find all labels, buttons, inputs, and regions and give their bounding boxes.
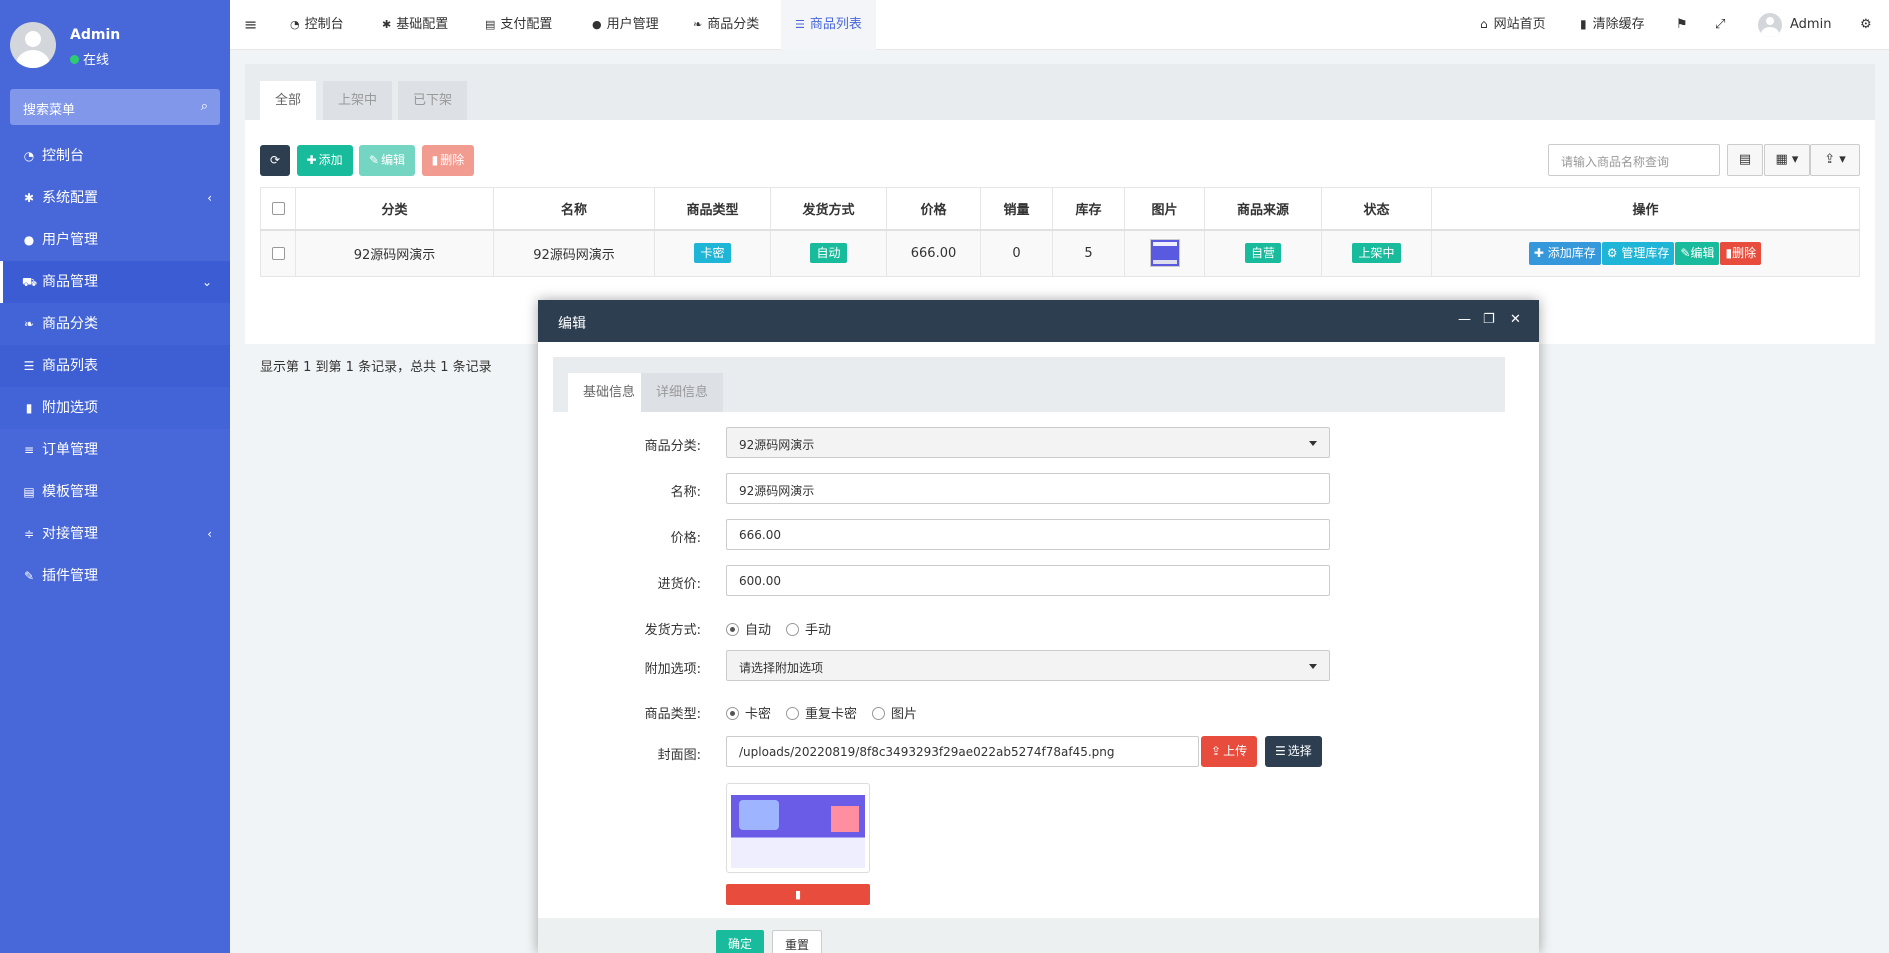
- caret-down-icon: [1309, 441, 1317, 446]
- choose-button[interactable]: ☰ 选择: [1265, 736, 1322, 767]
- delivery-manual-radio[interactable]: 手动: [786, 619, 831, 638]
- choose-label: 选择: [1287, 744, 1312, 758]
- upload-button[interactable]: ⇪ 上传: [1201, 736, 1258, 767]
- field-cover: 封面图: /uploads/20220819/8f8c3493293f29ae0…: [538, 736, 1539, 768]
- close-icon[interactable]: ✕: [1510, 312, 1521, 327]
- addon-label: 附加选项:: [644, 662, 701, 677]
- upload-icon: ⇪: [1211, 744, 1222, 758]
- category-value: 92源码网演示: [739, 438, 815, 452]
- cost-label: 进货价:: [657, 577, 701, 592]
- radio-label: 图片: [891, 707, 918, 722]
- radio-icon: [786, 707, 799, 720]
- radio-label: 重复卡密: [805, 707, 858, 722]
- radio-checked-icon: [726, 623, 739, 636]
- radio-icon: [786, 623, 799, 636]
- delivery-auto-radio[interactable]: 自动: [726, 619, 771, 638]
- dialog-title: 编辑: [558, 316, 586, 332]
- radio-label: 自动: [745, 623, 772, 638]
- dialog-tabs: 基础信息 详细信息: [553, 357, 1505, 412]
- radio-checked-icon: [726, 707, 739, 720]
- cost-input[interactable]: 600.00: [726, 565, 1330, 596]
- addon-placeholder: 请选择附加选项: [739, 661, 824, 675]
- field-delivery: 发货方式: 自动 手动: [538, 611, 1539, 643]
- name-label: 名称:: [670, 485, 701, 500]
- cover-image: [731, 788, 865, 868]
- radio-label: 手动: [805, 623, 832, 638]
- caret-down-icon: [1309, 664, 1317, 669]
- maximize-icon[interactable]: ❐: [1483, 312, 1495, 327]
- trash-icon: ▮: [794, 888, 802, 901]
- cover-path-input[interactable]: /uploads/20220819/8f8c3493293f29ae022ab5…: [726, 736, 1199, 767]
- cover-delete-button[interactable]: ▮: [726, 884, 870, 905]
- type-label: 商品类型:: [644, 707, 701, 722]
- type-repeat-card-radio[interactable]: 重复卡密: [786, 703, 857, 722]
- radio-icon: [872, 707, 885, 720]
- cover-label: 封面图:: [657, 748, 701, 763]
- field-price: 价格: 666.00: [538, 519, 1539, 551]
- minimize-icon[interactable]: —: [1458, 312, 1471, 327]
- list-icon: ☰: [1275, 744, 1286, 758]
- tab-basic-info[interactable]: 基础信息: [568, 373, 651, 412]
- name-input[interactable]: 92源码网演示: [726, 473, 1330, 504]
- cover-preview[interactable]: [726, 783, 870, 873]
- submit-button[interactable]: 确定: [716, 930, 765, 953]
- type-card-radio[interactable]: 卡密: [726, 703, 771, 722]
- price-label: 价格:: [670, 531, 701, 546]
- tab-detail-info[interactable]: 详细信息: [641, 373, 724, 412]
- radio-label: 卡密: [745, 707, 772, 722]
- dialog-header: 编辑 — ❐ ✕: [538, 300, 1539, 342]
- field-addon: 附加选项: 请选择附加选项: [538, 650, 1539, 682]
- field-name: 名称: 92源码网演示: [538, 473, 1539, 505]
- type-image-radio[interactable]: 图片: [872, 703, 917, 722]
- reset-button[interactable]: 重置: [772, 930, 823, 953]
- field-type: 商品类型: 卡密 重复卡密 图片: [538, 695, 1539, 727]
- field-cost: 进货价: 600.00: [538, 565, 1539, 597]
- field-category: 商品分类: 92源码网演示: [538, 427, 1539, 459]
- category-select[interactable]: 92源码网演示: [726, 427, 1330, 458]
- delivery-label: 发货方式:: [644, 623, 701, 638]
- category-label: 商品分类:: [644, 439, 701, 454]
- upload-label: 上传: [1223, 744, 1248, 758]
- price-input[interactable]: 666.00: [726, 519, 1330, 550]
- addon-select[interactable]: 请选择附加选项: [726, 650, 1330, 681]
- edit-dialog: 编辑 — ❐ ✕ 基础信息 详细信息 商品分类: 92源码网演示 名称: 92源…: [538, 300, 1539, 953]
- dialog-footer: 确定 重置: [538, 918, 1539, 953]
